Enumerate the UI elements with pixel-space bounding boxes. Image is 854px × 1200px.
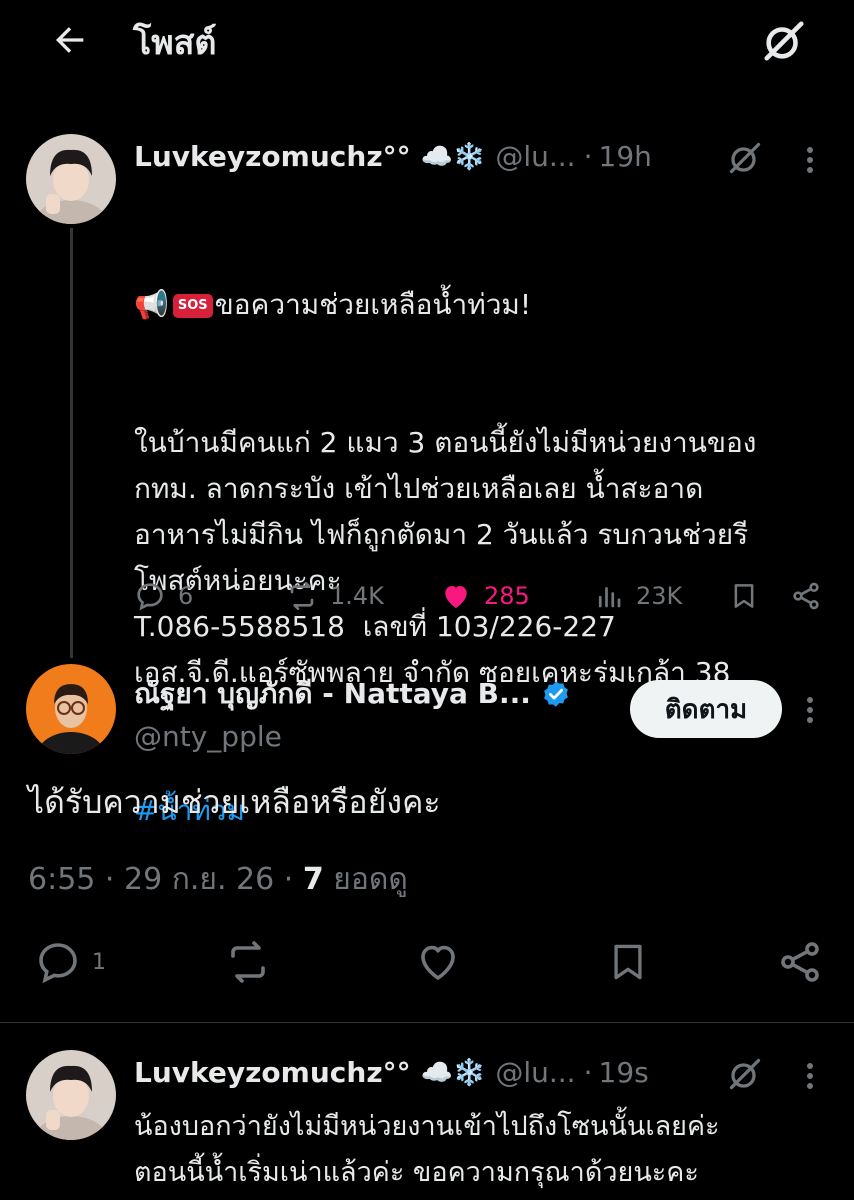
display-name[interactable]: Luvkeyzomuchz°° bbox=[134, 140, 411, 173]
name-emojis: ☁️❄️ bbox=[420, 141, 486, 172]
like-count: 285 bbox=[484, 582, 530, 610]
tweet-first-line: 📢 SOS ขอความช่วยเหลือน้ำท่วม! bbox=[134, 282, 834, 328]
reply-button[interactable]: 6 bbox=[134, 576, 193, 616]
page-title: โพสต์ bbox=[133, 23, 217, 63]
separator-dot: · bbox=[583, 1056, 593, 1089]
grok-tweet-button[interactable] bbox=[722, 1054, 768, 1094]
grok-icon bbox=[761, 18, 807, 64]
tweet-header: Luvkeyzomuchz°° ☁️❄️ @lu... · 19h bbox=[134, 140, 652, 173]
repost-button[interactable] bbox=[222, 938, 274, 986]
handle[interactable]: @lu... bbox=[495, 140, 575, 173]
views-label: ยอดดู bbox=[333, 862, 408, 897]
tweet-body: ในบ้านมีคนแก่ 2 แมว 3 ตอนนี้ยังไม่มีหน่ว… bbox=[134, 426, 757, 689]
avatar[interactable] bbox=[26, 134, 116, 224]
like-button[interactable]: 285 bbox=[440, 576, 530, 616]
separator-dot: · bbox=[283, 862, 303, 897]
repost-icon bbox=[286, 580, 318, 612]
bookmark-button[interactable] bbox=[726, 576, 762, 616]
follow-button[interactable]: ติดตาม bbox=[630, 680, 782, 738]
more-options-button[interactable] bbox=[796, 690, 824, 730]
reply-count: 6 bbox=[178, 582, 194, 610]
timestamp[interactable]: 19h bbox=[599, 140, 652, 173]
separator-dot: · bbox=[583, 140, 593, 173]
handle[interactable]: @nty_pple bbox=[134, 720, 282, 753]
handle[interactable]: @lu... bbox=[495, 1056, 575, 1089]
divider bbox=[0, 1022, 854, 1023]
share-button[interactable] bbox=[774, 938, 826, 986]
heart-filled-icon bbox=[440, 580, 472, 612]
timestamp[interactable]: 19s bbox=[599, 1056, 649, 1089]
repost-icon bbox=[224, 938, 272, 986]
more-dots-icon bbox=[806, 695, 814, 725]
more-options-button[interactable] bbox=[796, 1056, 824, 1096]
reply-button[interactable]: 1 bbox=[34, 938, 106, 986]
more-options-button[interactable] bbox=[796, 140, 824, 180]
bookmark-icon bbox=[606, 938, 650, 986]
reply-icon bbox=[34, 938, 82, 986]
reply-header: ณัฐยา บุญภักดี - Nattaya B... bbox=[134, 672, 571, 716]
grok-icon bbox=[727, 140, 763, 176]
bookmark-icon bbox=[729, 580, 759, 612]
avatar[interactable] bbox=[26, 1050, 116, 1140]
megaphone-icon: 📢 bbox=[134, 288, 169, 321]
display-name[interactable]: ณัฐยา บุญภักดี - Nattaya B... bbox=[134, 672, 531, 716]
more-dots-icon bbox=[806, 145, 814, 175]
post-date[interactable]: 29 ก.ย. 26 bbox=[124, 862, 274, 897]
back-arrow-icon bbox=[50, 20, 90, 60]
more-dots-icon bbox=[806, 1061, 814, 1091]
grok-tweet-button[interactable] bbox=[722, 138, 768, 178]
views-count: 7 bbox=[302, 862, 324, 897]
verified-badge-icon bbox=[541, 679, 571, 709]
repost-button[interactable]: 1.4K bbox=[286, 576, 384, 616]
sos-badge: SOS bbox=[172, 294, 213, 318]
back-button[interactable] bbox=[40, 16, 100, 64]
like-button[interactable] bbox=[412, 938, 464, 986]
post-meta: 6:55 · 29 ก.ย. 26 · 7 ยอดดู bbox=[28, 856, 408, 903]
share-button[interactable] bbox=[788, 576, 824, 616]
reply-icon bbox=[134, 580, 166, 612]
name-emojis: ☁️❄️ bbox=[420, 1057, 486, 1088]
share-icon bbox=[790, 580, 822, 612]
post-time[interactable]: 6:55 bbox=[28, 862, 95, 897]
display-name[interactable]: Luvkeyzomuchz°° bbox=[134, 1056, 411, 1089]
heart-icon bbox=[414, 938, 462, 986]
bookmark-button[interactable] bbox=[602, 938, 654, 986]
repost-count: 1.4K bbox=[330, 582, 384, 610]
reply-count: 1 bbox=[92, 949, 106, 975]
separator-dot: · bbox=[104, 862, 124, 897]
tweet-text: น้องบอกว่ายังไม่มีหน่วยงานเข้าไปถึงโซนนั… bbox=[134, 1111, 720, 1188]
views-button[interactable]: 23K bbox=[594, 576, 682, 616]
reply-text: ได้รับความช่วยเหลือหรือยังคะ bbox=[28, 783, 441, 821]
views-count: 23K bbox=[636, 582, 683, 610]
tweet-header: Luvkeyzomuchz°° ☁️❄️ @lu... · 19s bbox=[134, 1056, 649, 1089]
avatar[interactable] bbox=[26, 664, 116, 754]
grok-button[interactable] bbox=[752, 13, 816, 69]
grok-icon bbox=[727, 1056, 763, 1092]
thread-line bbox=[70, 228, 73, 658]
tweet-first-line-text: ขอความช่วยเหลือน้ำท่วม! bbox=[214, 288, 532, 321]
views-icon bbox=[594, 581, 624, 611]
tweet-text: 📢 SOS ขอความช่วยเหลือน้ำท่วม! ในบ้านมีคนแก… bbox=[134, 190, 834, 880]
top-bar bbox=[0, 0, 854, 80]
share-icon bbox=[776, 938, 824, 986]
